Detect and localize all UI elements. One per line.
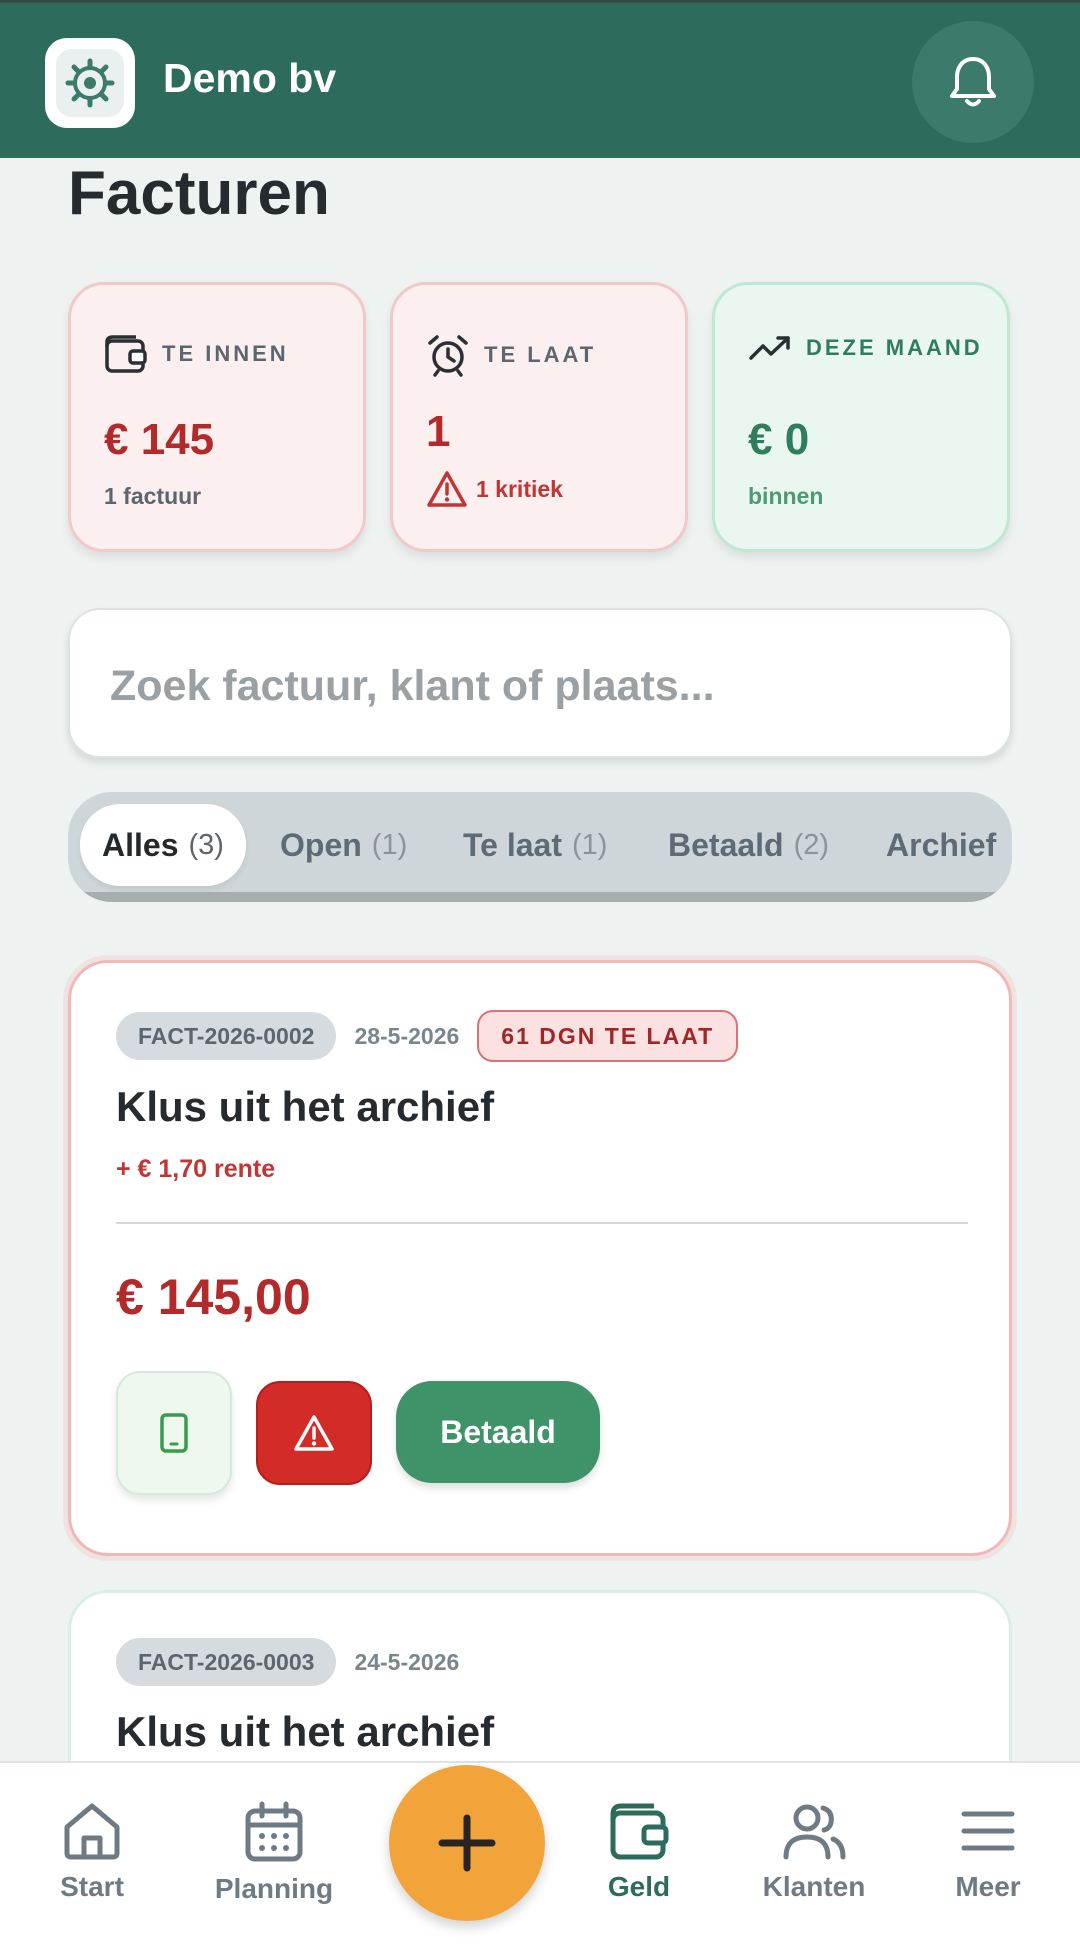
divider [116,1222,968,1224]
wallet-icon [610,1803,669,1860]
tab-count: (2) [793,828,830,861]
invoice-meta: FACT-2026-0003 24-5-2026 [116,1638,459,1686]
plus-icon [438,1814,496,1872]
filter-tabs: Alles (3) Open (1) Te laat (1) Betaald (… [68,792,1012,902]
invoice-amount: € 145,00 [116,1269,311,1325]
tab-te-laat[interactable]: Te laat (1) [463,804,607,886]
home-icon [64,1803,120,1860]
nav-label: Meer [955,1871,1021,1902]
nav-label: Klanten [762,1871,866,1902]
invoice-interest: + € 1,70 rente [116,1155,276,1183]
alarm-clock-icon [428,335,468,377]
tab-count: (1) [572,828,608,861]
warning-icon [294,1415,334,1451]
page-title: Facturen [68,159,330,228]
send-sms-button[interactable] [116,1371,232,1495]
tab-betaald[interactable]: Betaald (2) [668,804,829,886]
search-placeholder: Zoek factuur, klant of plaats... [110,662,715,710]
app-header: Demo bv [0,0,1080,158]
tab-label: Betaald [668,826,784,863]
invoice-number: FACT-2026-0003 [116,1638,337,1686]
invoice-title: Klus uit het archief [116,1083,495,1130]
stat-label: TE INNEN [162,341,289,366]
nav-label: Planning [214,1873,334,1904]
nav-item-planning[interactable]: Planning [194,1801,354,1905]
nav-item-meer[interactable]: Meer [908,1801,1068,1903]
tab-count: (1) [371,828,408,861]
stat-card-te-laat[interactable]: TE LAAT 1 1 kritiek [390,282,688,552]
tab-count: (3) [188,828,224,861]
wallet-icon [105,335,147,373]
stat-label: DEZE MAAND [806,335,983,360]
tabs-scrollbar[interactable] [68,892,998,902]
invoice-date: 24-5-2026 [354,1648,460,1675]
nav-item-start[interactable]: Start [12,1801,172,1903]
tab-label: Archief [886,826,997,863]
stat-sub: binnen [748,483,824,509]
stat-sub: 1 factuur [104,483,202,509]
nav-label: Start [60,1871,124,1902]
users-icon [783,1804,846,1860]
invoice-date: 28-5-2026 [354,1022,460,1049]
notifications-button[interactable] [912,21,1034,143]
tab-label: Te laat [463,826,562,863]
company-logo[interactable] [45,38,135,128]
stat-value: € 145 [104,415,215,464]
invoice-title: Klus uit het archief [116,1708,495,1755]
stat-value: € 0 [748,415,810,464]
warning-icon [427,471,467,507]
trending-up-icon [749,336,790,360]
overdue-badge: 61 DGN TE LAAT [477,1010,739,1062]
stat-card-te-innen[interactable]: TE INNEN € 145 1 factuur [68,282,366,552]
tab-label: Alles [102,826,179,863]
phone-icon [160,1413,188,1453]
stat-sub-row: 1 kritiek [426,470,563,508]
stat-label: TE LAAT [484,342,597,367]
stat-card-deze-maand[interactable]: DEZE MAAND € 0 binnen [712,282,1010,552]
bell-icon [950,57,996,107]
tab-archief[interactable]: Archief [886,804,996,886]
tab-label: Open [280,826,362,863]
invoice-meta: FACT-2026-0002 28-5-2026 61 DGN TE LAAT [116,1010,739,1062]
gear-logo-icon [56,49,124,117]
nav-item-geld[interactable]: Geld [559,1801,719,1903]
stat-value: 1 [426,407,451,456]
invoice-number: FACT-2026-0002 [116,1012,337,1060]
company-name: Demo bv [163,55,337,101]
send-reminder-button[interactable] [256,1381,372,1485]
nav-label: Geld [607,1871,671,1902]
stat-sub: 1 kritiek [476,475,563,502]
add-button[interactable] [389,1765,545,1921]
menu-icon [961,1811,1015,1851]
search-input[interactable]: Zoek factuur, klant of plaats... [68,608,1012,758]
tab-alles[interactable]: Alles (3) [80,804,246,886]
nav-item-klanten[interactable]: Klanten [734,1801,894,1903]
invoice-card[interactable]: FACT-2026-0002 28-5-2026 61 DGN TE LAAT … [68,960,1012,1556]
tab-open[interactable]: Open (1) [280,804,407,886]
mark-paid-button[interactable]: Betaald [396,1381,600,1483]
calendar-icon [245,1801,303,1862]
